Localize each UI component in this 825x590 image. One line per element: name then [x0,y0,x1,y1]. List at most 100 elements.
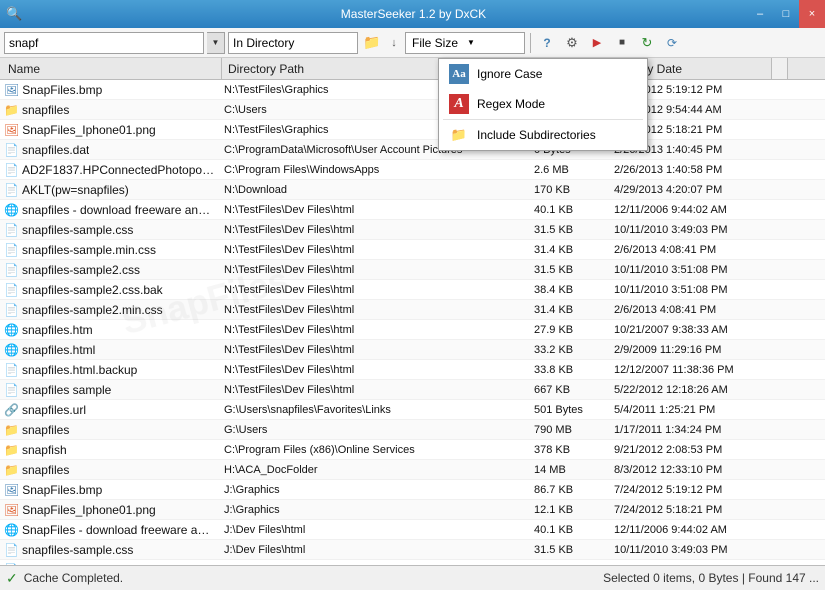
table-row[interactable]: 🖼 SnapFiles.bmp N:\TestFiles\Graphics 7/… [0,80,825,100]
file-type-icon: 🌐 [4,523,19,537]
file-name: snapfiles-sample.css [22,223,133,237]
table-row[interactable]: 📄 snapfiles-sample2.min.css N:\TestFiles… [0,300,825,320]
file-size: 40.1 KB [530,520,610,539]
title-text: MasterSeeker 1.2 by DxCK [80,7,747,21]
folder-icon-btn[interactable]: 📁 [361,32,383,54]
table-row[interactable]: 📄 snapfiles-sample2.css J:\Dev Files\htm… [0,560,825,565]
table-row[interactable]: 🖼 SnapFiles_Iphone01.png J:\Graphics 12.… [0,500,825,520]
file-date: 5/22/2012 12:18:26 AM [610,380,770,399]
location-input[interactable] [228,32,358,54]
table-row[interactable]: 📄 snapfiles sample N:\TestFiles\Dev File… [0,380,825,400]
file-name: SnapFiles.bmp [22,483,102,497]
table-row[interactable]: 📄 snapfiles-sample.css J:\Dev Files\html… [0,540,825,560]
file-date: 10/11/2010 3:51:08 PM [610,280,770,299]
file-date: 7/24/2012 5:19:12 PM [610,480,770,499]
stop-icon-btn[interactable]: ■ [611,32,633,54]
table-row[interactable]: 🔗 snapfiles.url G:\Users\snapfiles\Favor… [0,400,825,420]
table-row[interactable]: 📄 snapfiles-sample.css N:\TestFiles\Dev … [0,220,825,240]
file-path: C:\Program Files (x86)\Online Services [220,440,530,459]
file-date: 12/12/2007 11:38:36 PM [610,360,770,379]
table-row[interactable]: 🌐 snapfiles.htm N:\TestFiles\Dev Files\h… [0,320,825,340]
file-type-icon: 📁 [4,463,19,477]
file-name: snapfiles-sample2.css [22,263,140,277]
file-path: G:\Users [220,420,530,439]
file-size: 40.1 KB [530,200,610,219]
file-type-icon: 📄 [4,303,19,317]
column-headers: Name Directory Path Size Modify Date [0,58,825,80]
folder-down-icon-btn[interactable]: ↓ [386,32,402,54]
file-date: 4/29/2013 4:20:07 PM [610,180,770,199]
sync-icon-btn[interactable]: ⟳ [661,32,683,54]
file-name: snapfiles [22,103,69,117]
menu-item-ignore-case[interactable]: Aa Ignore Case [439,59,647,89]
table-row[interactable]: 📄 snapfiles.dat C:\ProgramData\Microsoft… [0,140,825,160]
help-icon-btn[interactable]: ? [536,32,558,54]
file-date: 10/11/2010 3:51:08 PM [610,560,770,565]
table-row[interactable]: 📁 snapfiles G:\Users 790 MB 1/17/2011 1:… [0,420,825,440]
table-row[interactable]: 🖼 SnapFiles_Iphone01.png N:\TestFiles\Gr… [0,120,825,140]
file-name: snapfiles.html.backup [22,363,137,377]
table-row[interactable]: 📄 snapfiles-sample2.css.bak N:\TestFiles… [0,280,825,300]
file-size: 667 KB [530,380,610,399]
menu-item-include-subdirs[interactable]: 📁 Include Subdirectories [439,120,647,150]
file-date: 2/9/2009 11:29:16 PM [610,340,770,359]
file-type-icon: 📄 [4,363,19,377]
file-size: 33.8 KB [530,360,610,379]
file-size: 33.2 KB [530,340,610,359]
file-type-icon: 📄 [4,283,19,297]
file-date: 2/6/2013 4:08:41 PM [610,240,770,259]
file-name: AD2F1837.HPConnectedPhotopoweredBySn... [22,163,216,177]
file-size: 378 KB [530,440,610,459]
file-date: 12/11/2006 9:44:02 AM [610,200,770,219]
file-name: snapfiles-sample2.css [22,563,140,566]
table-row[interactable]: 🌐 snapfiles - download freeware and shar… [0,200,825,220]
file-date: 10/21/2007 9:38:33 AM [610,320,770,339]
file-path: G:\Users\snapfiles\Favorites\Links [220,400,530,419]
table-row[interactable]: 📁 snapfiles H:\ACA_DocFolder 14 MB 8/3/2… [0,460,825,480]
menu-item-regex-mode[interactable]: A Regex Mode [439,89,647,119]
table-row[interactable]: 🌐 SnapFiles - download freeware and shar… [0,520,825,540]
play-icon-btn[interactable]: ▶ [586,32,608,54]
filter-arrow-icon: ▼ [464,38,478,47]
file-path: J:\Graphics [220,500,530,519]
file-size: 86.7 KB [530,480,610,499]
file-path: N:\TestFiles\Dev Files\html [220,300,530,319]
file-name: snapfiles - download freeware and sharew… [22,203,216,217]
file-size: 501 Bytes [530,400,610,419]
table-row[interactable]: 📁 snapfiles C:\Users 9/29/2012 9:54:44 A… [0,100,825,120]
file-name: snapfiles [22,463,69,477]
table-row[interactable]: 📄 snapfiles-sample2.css N:\TestFiles\Dev… [0,260,825,280]
config-icon-btn[interactable]: ⚙ [561,32,583,54]
file-date: 7/24/2012 5:18:21 PM [610,500,770,519]
file-size: 31.5 KB [530,220,610,239]
table-row[interactable]: 📄 snapfiles-sample.min.css N:\TestFiles\… [0,240,825,260]
table-row[interactable]: 🖼 SnapFiles.bmp J:\Graphics 86.7 KB 7/24… [0,480,825,500]
file-type-icon: 📄 [4,143,19,157]
table-row[interactable]: 📄 AKLT(pw=snapfiles) N:\Download 170 KB … [0,180,825,200]
file-date: 2/26/2013 1:40:58 PM [610,160,770,179]
table-row[interactable]: 📄 AD2F1837.HPConnectedPhotopoweredBySn..… [0,160,825,180]
table-row[interactable]: 📁 snapfish C:\Program Files (x86)\Online… [0,440,825,460]
search-input[interactable] [4,32,204,54]
file-type-icon: 🌐 [4,343,19,357]
file-path: N:\Download [220,180,530,199]
col-header-name[interactable]: Name [2,58,222,79]
table-row[interactable]: 🌐 snapfiles.html N:\TestFiles\Dev Files\… [0,340,825,360]
file-type-icon: 📄 [4,163,19,177]
file-list[interactable]: 🖼 SnapFiles.bmp N:\TestFiles\Graphics 7/… [0,80,825,565]
file-type-icon: 🖼 [4,503,19,517]
file-type-icon: 📄 [4,223,19,237]
table-row[interactable]: 📄 snapfiles.html.backup N:\TestFiles\Dev… [0,360,825,380]
file-size: 31.4 KB [530,300,610,319]
file-size: 31.4 KB [530,240,610,259]
file-size: 14 MB [530,460,610,479]
file-type-icon: 📄 [4,263,19,277]
file-type-icon: 🌐 [4,323,19,337]
refresh-icon-btn[interactable]: ↻ [636,32,658,54]
search-dropdown-arrow[interactable]: ▼ [207,32,225,54]
maximize-button[interactable]: □ [773,0,799,28]
close-button[interactable]: × [799,0,825,28]
minimize-button[interactable]: – [747,0,773,28]
filter-dropdown[interactable]: File Size ▼ [405,32,525,54]
file-size: 31.5 KB [530,540,610,559]
